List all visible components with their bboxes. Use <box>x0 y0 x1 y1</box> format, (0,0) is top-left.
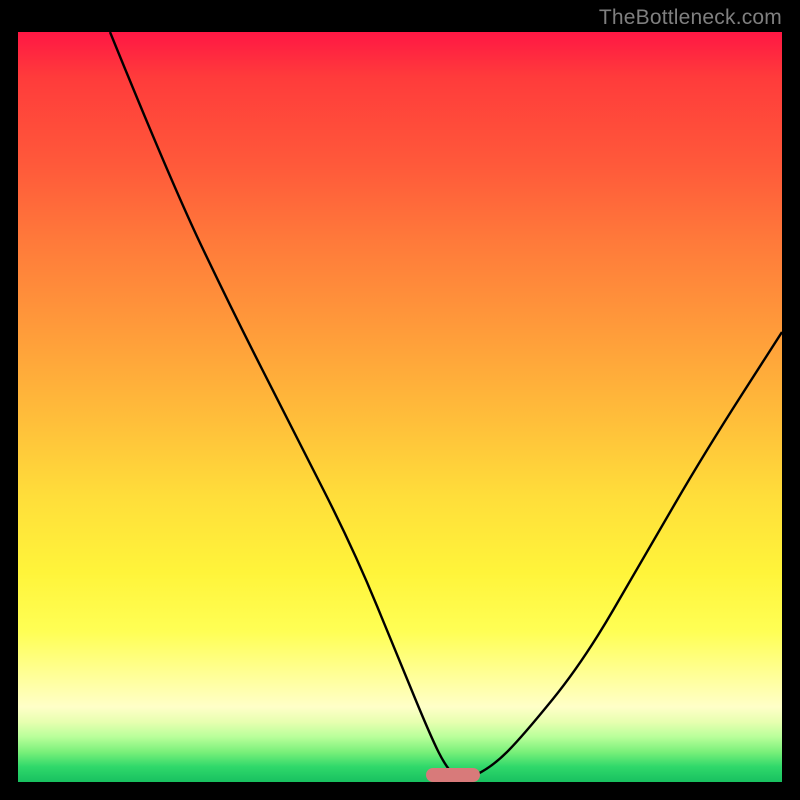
bottleneck-curve <box>18 32 782 782</box>
chart-frame: TheBottleneck.com <box>0 0 800 800</box>
min-marker <box>426 768 480 782</box>
plot-area <box>18 32 782 782</box>
watermark-text: TheBottleneck.com <box>599 6 782 30</box>
curve-path <box>110 32 782 778</box>
